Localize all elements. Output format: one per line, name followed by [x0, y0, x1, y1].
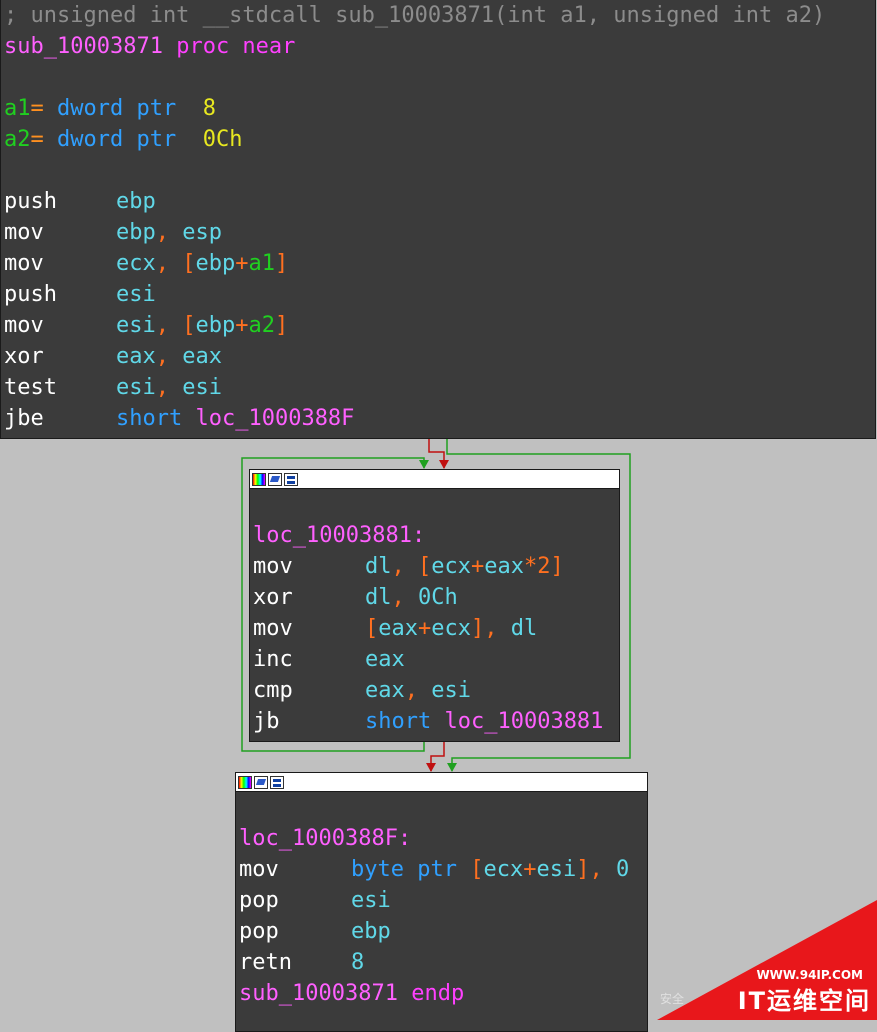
rename-icon[interactable] — [254, 775, 268, 789]
watermark: WWW.94IP.COM IT运维空间 — [657, 900, 877, 1020]
code-block-exit[interactable]: loc_1000388F: mov byte ptr [ecx+esi], 0 p… — [235, 772, 648, 1032]
block-titlebar — [236, 773, 647, 792]
function-signature-comment: ; unsigned int __stdcall sub_10003871(in… — [4, 3, 826, 28]
instruction-line[interactable]: mov ebp, esp — [1, 217, 875, 248]
block-label[interactable]: loc_1000388F: — [236, 823, 647, 854]
arg-name[interactable]: a2 — [4, 127, 31, 152]
instruction-line[interactable]: pop esi — [236, 885, 647, 916]
instruction-line[interactable]: jb short loc_10003881 — [250, 706, 619, 737]
group-nodes-icon[interactable] — [270, 775, 284, 789]
jump-target-link[interactable]: loc_10003881 — [444, 709, 603, 734]
instruction-line[interactable]: mov dl, [ecx+eax*2] — [250, 551, 619, 582]
instruction-line[interactable]: mov ecx, [ebp+a1] — [1, 248, 875, 279]
block-label[interactable]: loc_10003881: — [250, 520, 619, 551]
instruction-line[interactable]: cmp eax, esi — [250, 675, 619, 706]
color-palette-icon[interactable] — [252, 472, 266, 486]
arg-name[interactable]: a1 — [4, 96, 31, 121]
instruction-line[interactable]: xor dl, 0Ch — [250, 582, 619, 613]
instruction-line[interactable]: inc eax — [250, 644, 619, 675]
instruction-line[interactable]: mov byte ptr [ecx+esi], 0 — [236, 854, 647, 885]
instruction-line[interactable]: retn 8 — [236, 947, 647, 978]
color-palette-icon[interactable] — [238, 775, 252, 789]
code-block-entry[interactable]: ; unsigned int __stdcall sub_10003871(in… — [0, 0, 876, 439]
arg-a1: a1= dword ptr 8 — [4, 96, 216, 121]
proc-name[interactable]: sub_10003871 — [4, 34, 163, 59]
watermark-url: WWW.94IP.COM — [756, 968, 863, 982]
endp-line: sub_10003871 endp — [239, 981, 465, 1006]
watermark-small-text: 安全 — [660, 992, 685, 1006]
watermark-name: IT运维空间 — [737, 987, 871, 1015]
instruction-line[interactable]: mov [eax+ecx], dl — [250, 613, 619, 644]
arg-a2: a2= dword ptr 0Ch — [4, 127, 243, 152]
rename-icon[interactable] — [268, 472, 282, 486]
group-nodes-icon[interactable] — [284, 472, 298, 486]
jump-target-link[interactable]: loc_1000388F — [195, 406, 354, 431]
instruction-line[interactable]: jbe short loc_1000388F — [1, 403, 875, 434]
instruction-line[interactable]: mov esi, [ebp+a2] — [1, 310, 875, 341]
proc-declaration: sub_10003871 proc near — [4, 34, 296, 59]
instruction-line[interactable]: push ebp — [1, 186, 875, 217]
instruction-line[interactable]: test esi, esi — [1, 372, 875, 403]
instruction-line[interactable]: pop ebp — [236, 916, 647, 947]
code-block-loop[interactable]: loc_10003881: mov dl, [ecx+eax*2] xor dl, … — [249, 469, 620, 742]
instruction-line[interactable]: xor eax, eax — [1, 341, 875, 372]
block-titlebar — [250, 470, 619, 489]
instruction-line[interactable]: push esi — [1, 279, 875, 310]
